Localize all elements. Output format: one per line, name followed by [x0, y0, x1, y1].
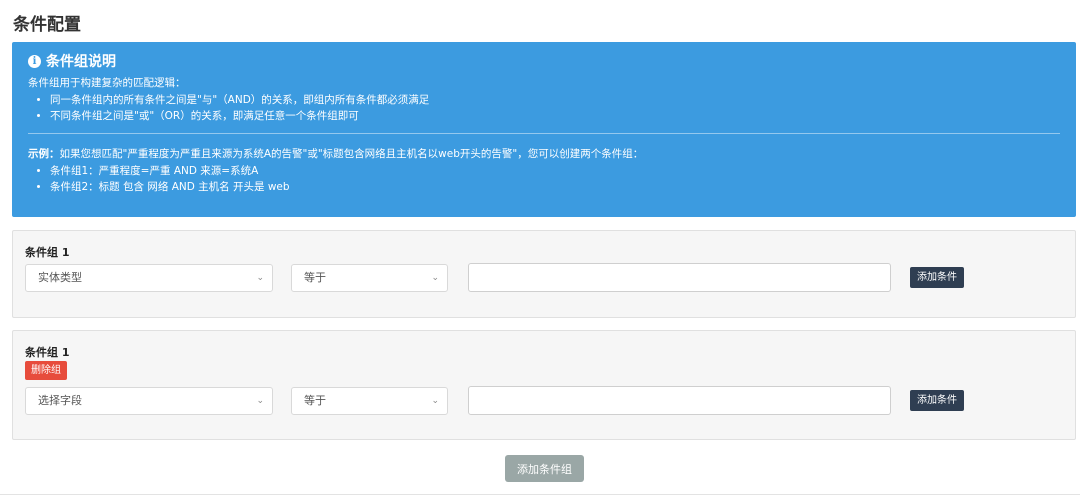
chevron-down-icon: ⌄ [431, 396, 439, 406]
example-label: 示例： [28, 148, 60, 160]
add-condition-button[interactable]: 添加条件 [910, 390, 964, 411]
field-select[interactable]: 实体类型 ⌄ [25, 264, 273, 292]
example-item: 条件组1：严重程度=严重 AND 来源=系统A [50, 163, 1060, 179]
info-panel: i 条件组说明 条件组用于构建复杂的匹配逻辑： 同一条件组内的所有条件之间是"与… [12, 42, 1076, 217]
rules-list: 同一条件组内的所有条件之间是"与"（AND）的关系，即组内所有条件都必须满足 不… [28, 92, 1060, 124]
operator-select-value: 等于 [304, 271, 326, 284]
field-select[interactable]: 选择字段 ⌄ [25, 387, 273, 415]
page-title: 条件配置 [13, 15, 81, 35]
condition-group: 条件组 1 删除组 选择字段 ⌄ 等于 ⌄ 添加条件 [12, 330, 1076, 440]
info-header: i 条件组说明 [28, 51, 1060, 71]
info-title: 条件组说明 [46, 54, 116, 70]
rule-item: 不同条件组之间是"或"（OR）的关系，即满足任意一个条件组即可 [50, 108, 1060, 124]
value-input[interactable] [468, 263, 891, 292]
condition-group: 条件组 1 实体类型 ⌄ 等于 ⌄ 添加条件 [12, 230, 1076, 318]
info-icon: i [28, 54, 41, 68]
rule-item: 同一条件组内的所有条件之间是"与"（AND）的关系，即组内所有条件都必须满足 [50, 92, 1060, 108]
chevron-down-icon: ⌄ [256, 273, 264, 283]
field-select-value: 实体类型 [38, 271, 82, 284]
chevron-down-icon: ⌄ [256, 396, 264, 406]
add-condition-button[interactable]: 添加条件 [910, 267, 964, 288]
example-text: 如果您想匹配"严重程度为严重且来源为系统A的告警"或"标题包含网络且主机名以we… [59, 148, 644, 160]
info-intro: 条件组用于构建复杂的匹配逻辑： [28, 77, 186, 89]
delete-group-button[interactable]: 删除组 [25, 361, 67, 380]
operator-select-value: 等于 [304, 394, 326, 407]
field-select-value: 选择字段 [38, 394, 82, 407]
value-input[interactable] [468, 386, 891, 415]
example-item: 条件组2：标题 包含 网络 AND 主机名 开头是 web [50, 179, 1060, 195]
add-group-button[interactable]: 添加条件组 [505, 455, 584, 482]
bottom-divider [0, 494, 1080, 495]
chevron-down-icon: ⌄ [431, 273, 439, 283]
group-title: 条件组 1 [25, 246, 70, 259]
operator-select[interactable]: 等于 ⌄ [291, 387, 448, 415]
operator-select[interactable]: 等于 ⌄ [291, 264, 448, 292]
group-title: 条件组 1 [25, 346, 70, 359]
example-line: 示例：如果您想匹配"严重程度为严重且来源为系统A的告警"或"标题包含网络且主机名… [28, 146, 1060, 162]
examples-list: 条件组1：严重程度=严重 AND 来源=系统A 条件组2：标题 包含 网络 AN… [28, 163, 1060, 195]
info-divider [28, 133, 1060, 134]
